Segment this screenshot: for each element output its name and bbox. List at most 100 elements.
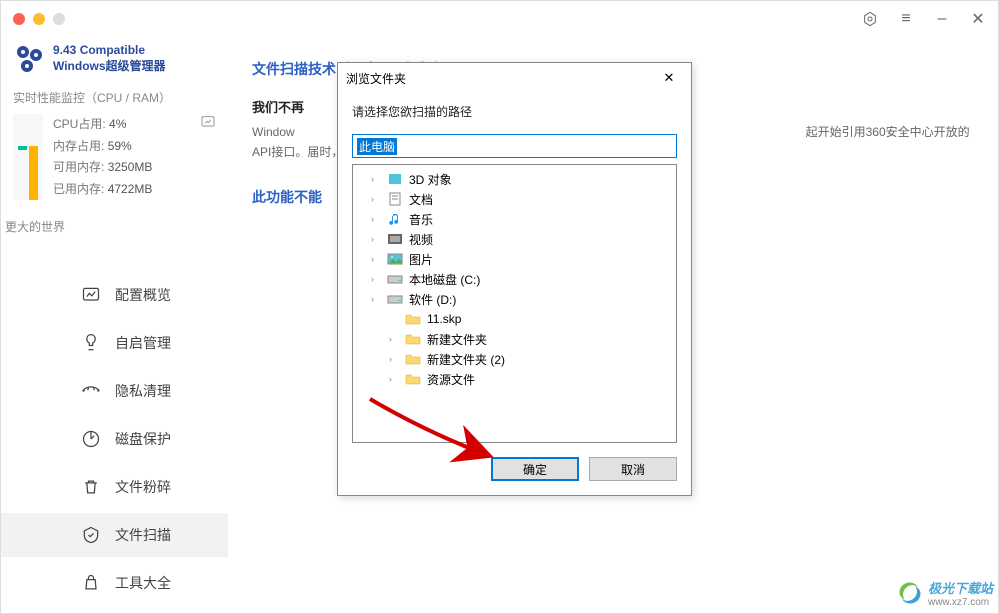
nav-tools[interactable]: 工具大全 [1,561,228,605]
browse-folder-dialog: 浏览文件夹 ✕ 请选择您欲扫描的路径 此电脑 ›3D 对象›文档›音乐›视频›图… [337,62,692,496]
tree-item[interactable]: 11.skp [353,309,676,329]
app-logo-icon [13,43,45,75]
watermark-logo-icon [896,579,924,607]
perf-bar [13,114,43,200]
nav-label: 配置概览 [115,285,171,305]
nav-label: 文件扫描 [115,525,171,545]
perf-title: 实时性能监控（CPU / RAM） [1,89,228,114]
tree-item[interactable]: ›文档 [353,189,676,209]
folder-tree[interactable]: ›3D 对象›文档›音乐›视频›图片›本地磁盘 (C:)›软件 (D:)11.s… [352,164,677,443]
edit-perf-icon[interactable] [200,114,216,133]
tree-item[interactable]: › 本地磁盘 (C:) [353,269,676,289]
sidebar: 9.43 Compatible Windows超级管理器 实时性能监控（CPU … [1,37,228,613]
menu-icon[interactable]: ≡ [898,11,914,27]
tree-item-label: 视频 [409,231,433,248]
nav-disk[interactable]: 磁盘保护 [1,417,228,461]
disk-icon [81,429,101,449]
video-icon [387,232,403,246]
music-icon [387,212,403,226]
titlebar-controls: ≡ – ✕ [862,11,986,27]
nav-shred[interactable]: 文件粉碎 [1,465,228,509]
cpu-label: CPU占用: [53,117,106,131]
tree-item[interactable]: ›音乐 [353,209,676,229]
tree-item[interactable]: › 新建文件夹 [353,329,676,349]
nav-label: 自启管理 [115,333,171,353]
dialog-close-button[interactable]: ✕ [655,68,683,88]
folder-icon [405,372,421,386]
scan-icon [81,525,101,545]
traffic-lights [13,13,65,25]
tree-item-label: 3D 对象 [409,171,452,188]
used-value: 4722MB [108,182,153,196]
watermark-name: 极光下载站 [928,578,993,597]
tree-item-label: 11.skp [427,312,461,326]
tree-item[interactable]: › 新建文件夹 (2) [353,349,676,369]
minimize-icon[interactable]: – [934,11,950,27]
chevron-right-icon: › [371,294,381,304]
titlebar: ≡ – ✕ [1,1,998,37]
chevron-right-icon: › [371,234,381,244]
watermark-url: www.xz7.com [928,597,993,608]
nav-scan[interactable]: 文件扫描 [1,513,228,557]
disk-icon [387,292,403,306]
privacy-icon [81,381,101,401]
cancel-button[interactable]: 取消 [589,457,677,481]
chevron-right-icon: › [389,354,399,364]
shred-icon [81,477,101,497]
dialog-instruction: 请选择您欲扫描的路径 [338,93,691,134]
minimize-dot[interactable] [33,13,45,25]
pic-icon [387,252,403,266]
close-icon[interactable]: ✕ [970,11,986,27]
folder-icon [405,312,421,326]
folder-icon [405,352,421,366]
used-label: 已用内存: [53,182,104,196]
nav-startup[interactable]: 自启管理 [1,321,228,365]
nav-list: 配置概览 自启管理 隐私清理 磁盘保护 文件粉碎 [1,273,228,605]
dialog-titlebar: 浏览文件夹 ✕ [338,63,691,93]
chevron-right-icon: › [389,334,399,344]
avail-value: 3250MB [108,160,153,174]
app-title-line1: 9.43 Compatible [53,43,166,59]
section-bigger-world: 更大的世界 [1,210,228,239]
nav-overview[interactable]: 配置概览 [1,273,228,317]
settings-icon[interactable] [862,11,878,27]
nav-label: 隐私清理 [115,381,171,401]
cpu-value: 4% [109,117,126,131]
ok-button[interactable]: 确定 [491,457,579,481]
nav-label: 磁盘保护 [115,429,171,449]
nav-label: 文件粉碎 [115,477,171,497]
tree-item-label: 音乐 [409,211,433,228]
nav-label: 工具大全 [115,573,171,593]
tree-item-label: 新建文件夹 (2) [427,351,505,368]
tree-item-label: 图片 [409,251,433,268]
chevron-right-icon: › [371,194,381,204]
app-title: 9.43 Compatible Windows超级管理器 [53,43,166,74]
chevron-right-icon: › [371,274,381,284]
perf-bar-ram [29,146,38,200]
tree-item[interactable]: › 图片 [353,249,676,269]
dialog-path-value: 此电脑 [357,138,397,155]
tree-item[interactable]: › 3D 对象 [353,169,676,189]
maximize-dot[interactable] [53,13,65,25]
dialog-buttons: 确定 取消 [338,457,691,495]
chevron-right-icon: › [371,254,381,264]
tree-item[interactable]: ›软件 (D:) [353,289,676,309]
app-header: 9.43 Compatible Windows超级管理器 [1,43,228,89]
tree-item-label: 本地磁盘 (C:) [409,271,480,288]
nav-privacy[interactable]: 隐私清理 [1,369,228,413]
ram-value: 59% [108,139,132,153]
tree-item[interactable]: › 视频 [353,229,676,249]
tree-item[interactable]: ›资源文件 [353,369,676,389]
3d-icon [387,172,403,186]
avail-label: 可用内存: [53,160,104,174]
dialog-path-input[interactable]: 此电脑 [352,134,677,158]
tree-item-label: 新建文件夹 [427,331,487,348]
ram-label: 内存占用: [53,139,104,153]
watermark: 极光下载站 www.xz7.com [896,578,993,608]
main-body-prefix: Window [252,125,295,139]
close-dot[interactable] [13,13,25,25]
perf-rows: CPU占用: 4% 内存占用: 59% 可用内存: 3250MB 已用内存: 4… [53,114,152,200]
chevron-right-icon: › [389,374,399,384]
chevron-right-icon: › [371,174,381,184]
startup-icon [81,333,101,353]
